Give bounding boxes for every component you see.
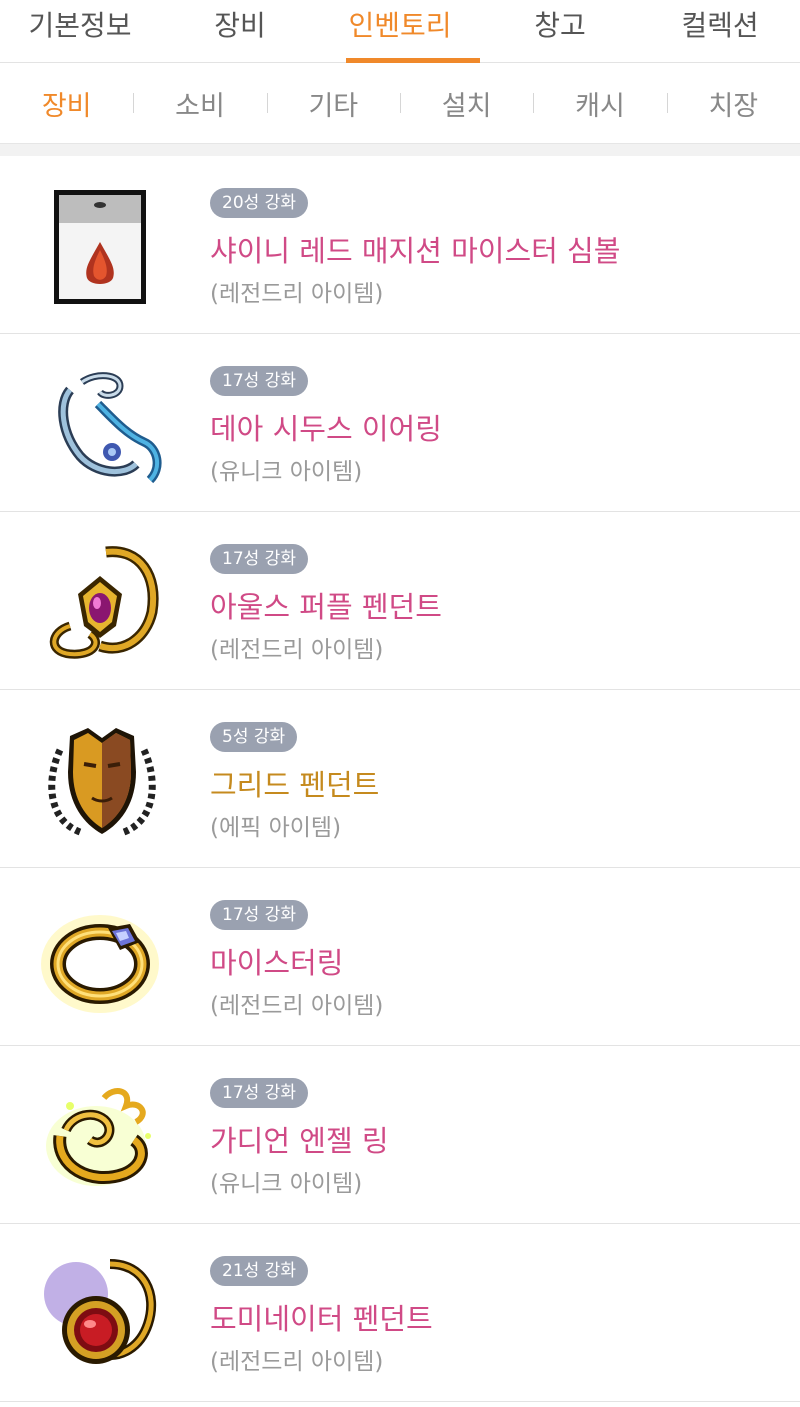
- item-name: 아울스 퍼플 펜던트: [210, 590, 442, 624]
- angel-ring-icon: [40, 1076, 164, 1200]
- earring-icon: [40, 364, 164, 488]
- tab-inventory[interactable]: 인벤토리: [320, 0, 480, 63]
- list-item[interactable]: 17성 강화 데아 시두스 이어링 (유니크 아이템): [0, 334, 800, 512]
- subtab-decor[interactable]: 치장: [667, 84, 800, 123]
- list-item[interactable]: 17성 강화 가디언 엔젤 링 (유니크 아이템): [0, 1046, 800, 1224]
- star-force-badge: 17성 강화: [210, 900, 308, 930]
- list-item[interactable]: 21성 강화 도미네이터 펜던트 (레전드리 아이템): [0, 1224, 800, 1402]
- subtab-etc[interactable]: 기타: [267, 84, 400, 123]
- star-force-badge: 17성 강화: [210, 1078, 308, 1108]
- star-force-badge: 17성 강화: [210, 544, 308, 574]
- greed-pendant-icon: [40, 720, 164, 844]
- item-grade: (에픽 아이템): [210, 815, 342, 841]
- list-item[interactable]: 20성 강화 샤이니 레드 매지션 마이스터 심볼 (레전드리 아이템): [0, 156, 800, 334]
- dominator-pendant-icon: [40, 1254, 164, 1378]
- meister-ring-icon: [40, 898, 164, 1022]
- list-item[interactable]: 5성 강화 그리드 펜던트 (에픽 아이템): [0, 690, 800, 868]
- list-item[interactable]: 17성 강화 마이스터링 (레전드리 아이템): [0, 868, 800, 1046]
- item-grade: (레전드리 아이템): [210, 281, 384, 307]
- tab-storage[interactable]: 창고: [480, 0, 640, 62]
- item-grade: (유니크 아이템): [210, 1171, 363, 1197]
- subtab-cash[interactable]: 캐시: [533, 84, 666, 123]
- item-name: 도미네이터 펜던트: [210, 1302, 433, 1336]
- item-list: 20성 강화 샤이니 레드 매지션 마이스터 심볼 (레전드리 아이템) 17성…: [0, 156, 800, 1402]
- top-tab-bar: 기본정보 장비 인벤토리 창고 컬렉션: [0, 0, 800, 63]
- item-name: 샤이니 레드 매지션 마이스터 심볼: [210, 234, 621, 268]
- star-force-badge: 17성 강화: [210, 366, 308, 396]
- item-grade: (레전드리 아이템): [210, 1349, 384, 1375]
- item-grade: (유니크 아이템): [210, 459, 363, 485]
- star-force-badge: 21성 강화: [210, 1256, 308, 1286]
- item-grade: (레전드리 아이템): [210, 637, 384, 663]
- subtab-install[interactable]: 설치: [400, 84, 533, 123]
- item-name: 그리드 펜던트: [210, 768, 380, 802]
- tab-basic-info[interactable]: 기본정보: [0, 0, 160, 62]
- item-name: 데아 시두스 이어링: [210, 412, 442, 446]
- subtab-consume[interactable]: 소비: [133, 84, 266, 123]
- tab-collection[interactable]: 컬렉션: [640, 0, 800, 62]
- list-item[interactable]: 17성 강화 아울스 퍼플 펜던트 (레전드리 아이템): [0, 512, 800, 690]
- subtab-equip[interactable]: 장비: [0, 84, 133, 123]
- item-grade: (레전드리 아이템): [210, 993, 384, 1019]
- tab-equipment[interactable]: 장비: [160, 0, 320, 62]
- sub-tab-bar: 장비 소비 기타 설치 캐시 치장: [0, 63, 800, 144]
- star-force-badge: 5성 강화: [210, 722, 298, 752]
- star-force-badge: 20성 강화: [210, 188, 308, 218]
- symbol-card-icon: [40, 186, 164, 310]
- item-name: 가디언 엔젤 링: [210, 1124, 389, 1158]
- purple-pendant-icon: [40, 542, 164, 666]
- section-divider: [0, 144, 800, 156]
- item-name: 마이스터링: [210, 946, 344, 980]
